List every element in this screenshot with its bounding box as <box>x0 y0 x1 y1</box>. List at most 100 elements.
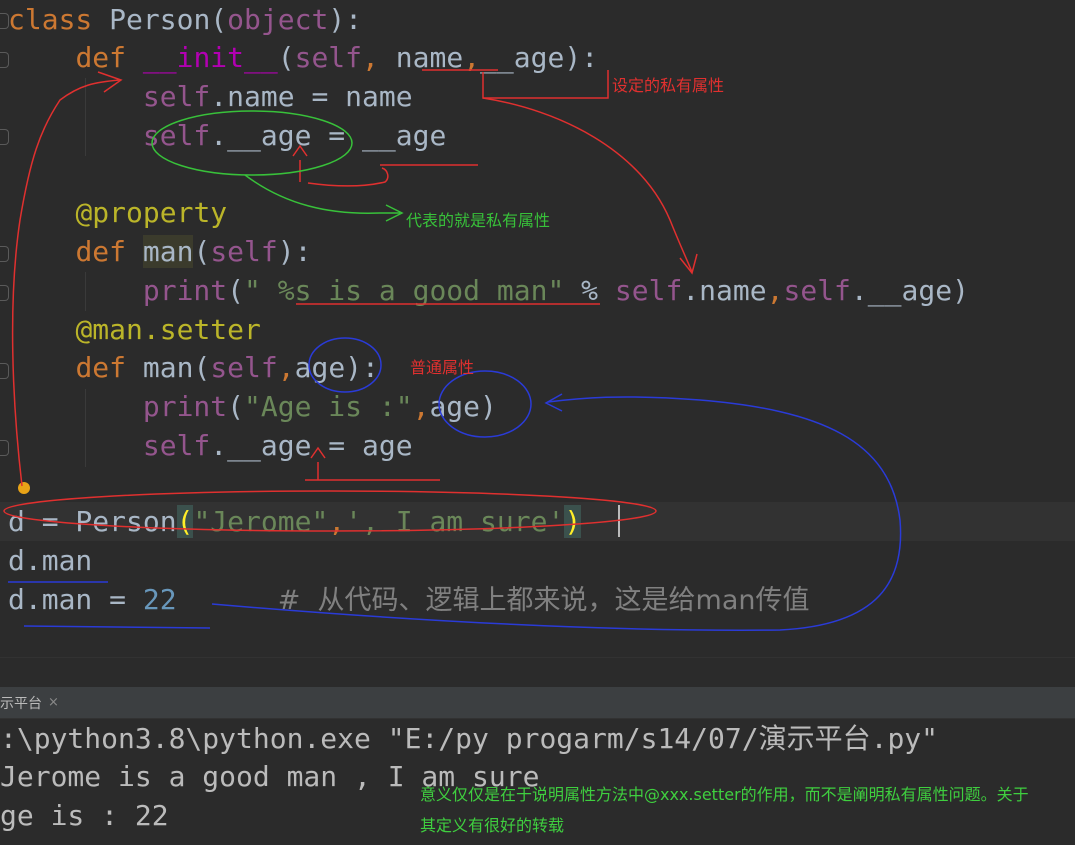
fold-icon[interactable] <box>0 52 9 68</box>
code-token: , <box>766 274 784 307</box>
code-token: Person( <box>109 3 228 36</box>
code-token: name <box>395 41 464 74</box>
code-token: " %s is a good man" <box>244 274 565 307</box>
code-token: ( <box>277 41 295 74</box>
code-token: self <box>294 41 363 74</box>
code-token: self <box>142 80 211 113</box>
code-token: self <box>210 235 278 268</box>
code-token: d = Person <box>8 505 177 538</box>
code-line[interactable] <box>0 464 1075 503</box>
code-token: "Age is :" <box>244 390 413 423</box>
code-token: ( <box>193 235 211 268</box>
code-token: class <box>8 3 110 36</box>
code-line[interactable]: d = Person("Jerome",', I am sure') <box>0 502 1075 541</box>
code-line[interactable] <box>0 155 1075 194</box>
code-token: , <box>277 351 295 384</box>
code-token: .name = name <box>210 80 413 113</box>
code-token: self <box>614 274 683 307</box>
code-token: ): <box>277 235 312 268</box>
code-token: man( <box>142 351 211 384</box>
code-line[interactable]: def __init__(self, name,__age): <box>0 38 1075 77</box>
fold-icon[interactable] <box>0 363 9 379</box>
code-line[interactable]: d.man <box>0 541 1075 580</box>
code-token: ): <box>328 3 363 36</box>
code-token: __age): <box>480 41 599 74</box>
code-token: age): <box>294 351 379 384</box>
code-token: self <box>783 274 851 307</box>
code-token: ', I am sure' <box>345 505 565 538</box>
code-token: @property <box>75 196 228 229</box>
code-token: self <box>142 119 211 152</box>
code-line[interactable]: class Person(object): <box>0 0 1075 39</box>
code-token: def <box>75 41 143 74</box>
code-token: , <box>463 41 481 74</box>
code-line[interactable]: self.name = name <box>0 77 1075 116</box>
text-caret <box>618 505 620 537</box>
normal-attr-annotation: 普通属性 <box>410 358 475 377</box>
tab-run-demo[interactable]: 示平台 × <box>0 687 65 718</box>
code-line[interactable]: self.__age = __age <box>0 116 1075 155</box>
fold-icon[interactable] <box>0 13 9 29</box>
code-token: def <box>75 235 143 268</box>
code-token: ( <box>176 505 194 538</box>
code-token: , <box>412 390 430 423</box>
code-token: .__age) <box>850 274 969 307</box>
panel-separator <box>0 657 1075 688</box>
code-token: "Jerome" <box>193 505 329 538</box>
code-token: .__age = age <box>210 429 413 462</box>
fold-icon[interactable] <box>0 129 9 145</box>
code-line[interactable]: def man(self,age): <box>0 348 1075 387</box>
code-token: self <box>142 429 211 462</box>
private-attr-annotation: 设定的私有属性 <box>612 76 725 95</box>
code-token: ( <box>227 274 245 307</box>
tab-label: 示平台 <box>0 695 42 712</box>
code-token: , <box>328 505 346 538</box>
code-line[interactable]: self.__age = age <box>0 426 1075 465</box>
code-token: , <box>362 41 396 74</box>
close-icon[interactable]: × <box>48 695 59 710</box>
code-token: % <box>564 274 615 307</box>
code-token: 22 <box>142 583 177 616</box>
fold-icon[interactable] <box>0 440 9 456</box>
code-token: @man.setter <box>75 313 261 346</box>
code-token: d.man = <box>8 583 143 616</box>
code-token: d.man <box>8 544 93 577</box>
code-token: print <box>142 274 228 307</box>
fold-icon[interactable] <box>0 285 9 301</box>
code-token: ) <box>564 505 582 538</box>
meaning-annotation: 意义仅仅是在于说明属性方法中@xxx.setter的作用，而不是阐明私有属性问题… <box>420 785 1029 835</box>
represents-private-annotation: 代表的就是私有属性 <box>406 211 551 230</box>
run-tool-window-tabs: 示平台 × <box>0 687 1075 719</box>
code-line[interactable]: print("Age is :",age) <box>0 387 1075 426</box>
code-line[interactable]: print(" %s is a good man" % self.name,se… <box>0 271 1075 310</box>
code-token: age) <box>429 390 497 423</box>
console-line: ge is : 22 <box>0 799 169 832</box>
code-token: # 从代码、逻辑上都来说，这是给man传值 <box>277 585 810 616</box>
code-token: .name <box>682 274 767 307</box>
fold-icon[interactable] <box>0 246 9 262</box>
code-token: self <box>210 351 278 384</box>
console-line: :\python3.8\python.exe "E:/py progarm/s1… <box>0 722 939 755</box>
code-token: ( <box>227 390 245 423</box>
code-line[interactable]: @man.setter <box>0 310 1075 349</box>
code-token: object <box>227 3 329 36</box>
code-token: man <box>142 235 194 268</box>
code-token: .__age = __age <box>210 119 447 152</box>
code-editor[interactable]: class Person(object): def __init__(self,… <box>0 0 1075 657</box>
code-line[interactable]: d.man = 22 # 从代码、逻辑上都来说，这是给man传值 <box>0 580 1075 619</box>
lightbulb-icon[interactable] <box>18 482 30 494</box>
code-token: def <box>75 351 143 384</box>
code-token: __init__ <box>142 41 278 74</box>
code-token: print <box>142 390 228 423</box>
code-line[interactable]: def man(self): <box>0 232 1075 271</box>
